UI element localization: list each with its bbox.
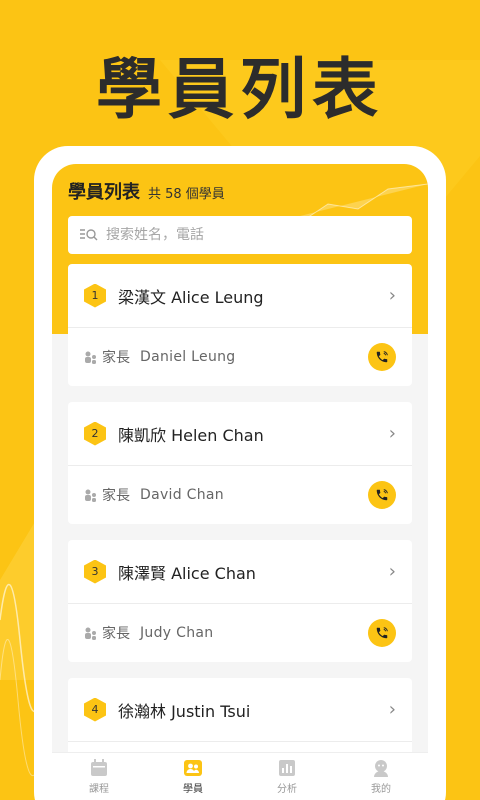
student-row[interactable]: 3 陳澤賢 Alice Chan › (68, 540, 412, 604)
parent-row: 家長 Judy Chan (68, 604, 412, 662)
parent-label: 家長 (102, 626, 130, 642)
parent-icon (85, 489, 96, 502)
parent-row: 家長 Daniel Leung (68, 328, 412, 386)
tab-label: 分析 (277, 784, 297, 795)
page-title: 學員列表 (68, 182, 140, 203)
student-name: 陳凱欣 Helen Chan (118, 425, 264, 445)
student-index-badge: 1 (84, 283, 106, 308)
parent-row: 家長 David Chan (68, 466, 412, 524)
phone-icon (376, 351, 388, 363)
parent-name: Daniel Leung (140, 349, 236, 365)
chevron-right-icon: › (388, 423, 396, 444)
tab-analytics[interactable]: 分析 (240, 753, 334, 800)
chevron-right-icon: › (388, 285, 396, 306)
student-index-badge: 4 (84, 697, 106, 722)
student-name: 陳澤賢 Alice Chan (118, 563, 256, 583)
parent-label: 家長 (102, 488, 130, 504)
tab-students[interactable]: 學員 (146, 753, 240, 800)
header-row: 學員列表 共 58 個學員 (68, 178, 225, 204)
student-row[interactable]: 1 梁漢文 Alice Leung › (68, 264, 412, 328)
student-count: 共 58 個學員 (148, 187, 225, 202)
tab-profile[interactable]: 我的 (334, 753, 428, 800)
student-card[interactable]: 2 陳凱欣 Helen Chan › 家長 David Chan (68, 402, 412, 524)
call-button[interactable] (368, 481, 396, 509)
phone-icon (376, 627, 388, 639)
app-screen: 學員列表 共 58 個學員 1 梁漢文 Alice Leung › (52, 164, 428, 800)
student-card[interactable]: 3 陳澤賢 Alice Chan › 家長 Judy Chan (68, 540, 412, 662)
call-button[interactable] (368, 619, 396, 647)
tab-label: 課程 (89, 784, 109, 795)
student-name: 梁漢文 Alice Leung (118, 287, 264, 307)
parent-label: 家長 (102, 350, 130, 366)
search-input[interactable] (106, 227, 386, 243)
phone-icon (376, 489, 388, 501)
profile-icon (374, 760, 388, 777)
call-button[interactable] (368, 343, 396, 371)
parent-name: David Chan (140, 487, 224, 503)
calendar-icon (91, 759, 107, 776)
student-card[interactable]: 1 梁漢文 Alice Leung › 家長 Daniel Leung (68, 264, 412, 386)
search-icon (80, 229, 98, 241)
student-name: 徐瀚林 Justin Tsui (118, 701, 251, 721)
parent-name: Judy Chan (140, 625, 214, 641)
search-bar[interactable] (68, 216, 412, 254)
student-index-badge: 2 (84, 421, 106, 446)
tab-courses[interactable]: 課程 (52, 753, 146, 800)
chevron-right-icon: › (388, 699, 396, 720)
chevron-right-icon: › (388, 561, 396, 582)
student-row[interactable]: 2 陳凱欣 Helen Chan › (68, 402, 412, 466)
parent-icon (85, 351, 96, 364)
bottom-tab-bar: 課程 學員 分析 我的 (52, 752, 428, 800)
tab-label: 學員 (183, 784, 203, 795)
student-index-badge: 3 (84, 559, 106, 584)
people-icon (184, 760, 202, 776)
chart-icon (279, 760, 295, 776)
student-row[interactable]: 4 徐瀚林 Justin Tsui › (68, 678, 412, 742)
hero-title: 學員列表 (96, 51, 384, 128)
parent-icon (85, 627, 96, 640)
tab-label: 我的 (371, 784, 391, 795)
